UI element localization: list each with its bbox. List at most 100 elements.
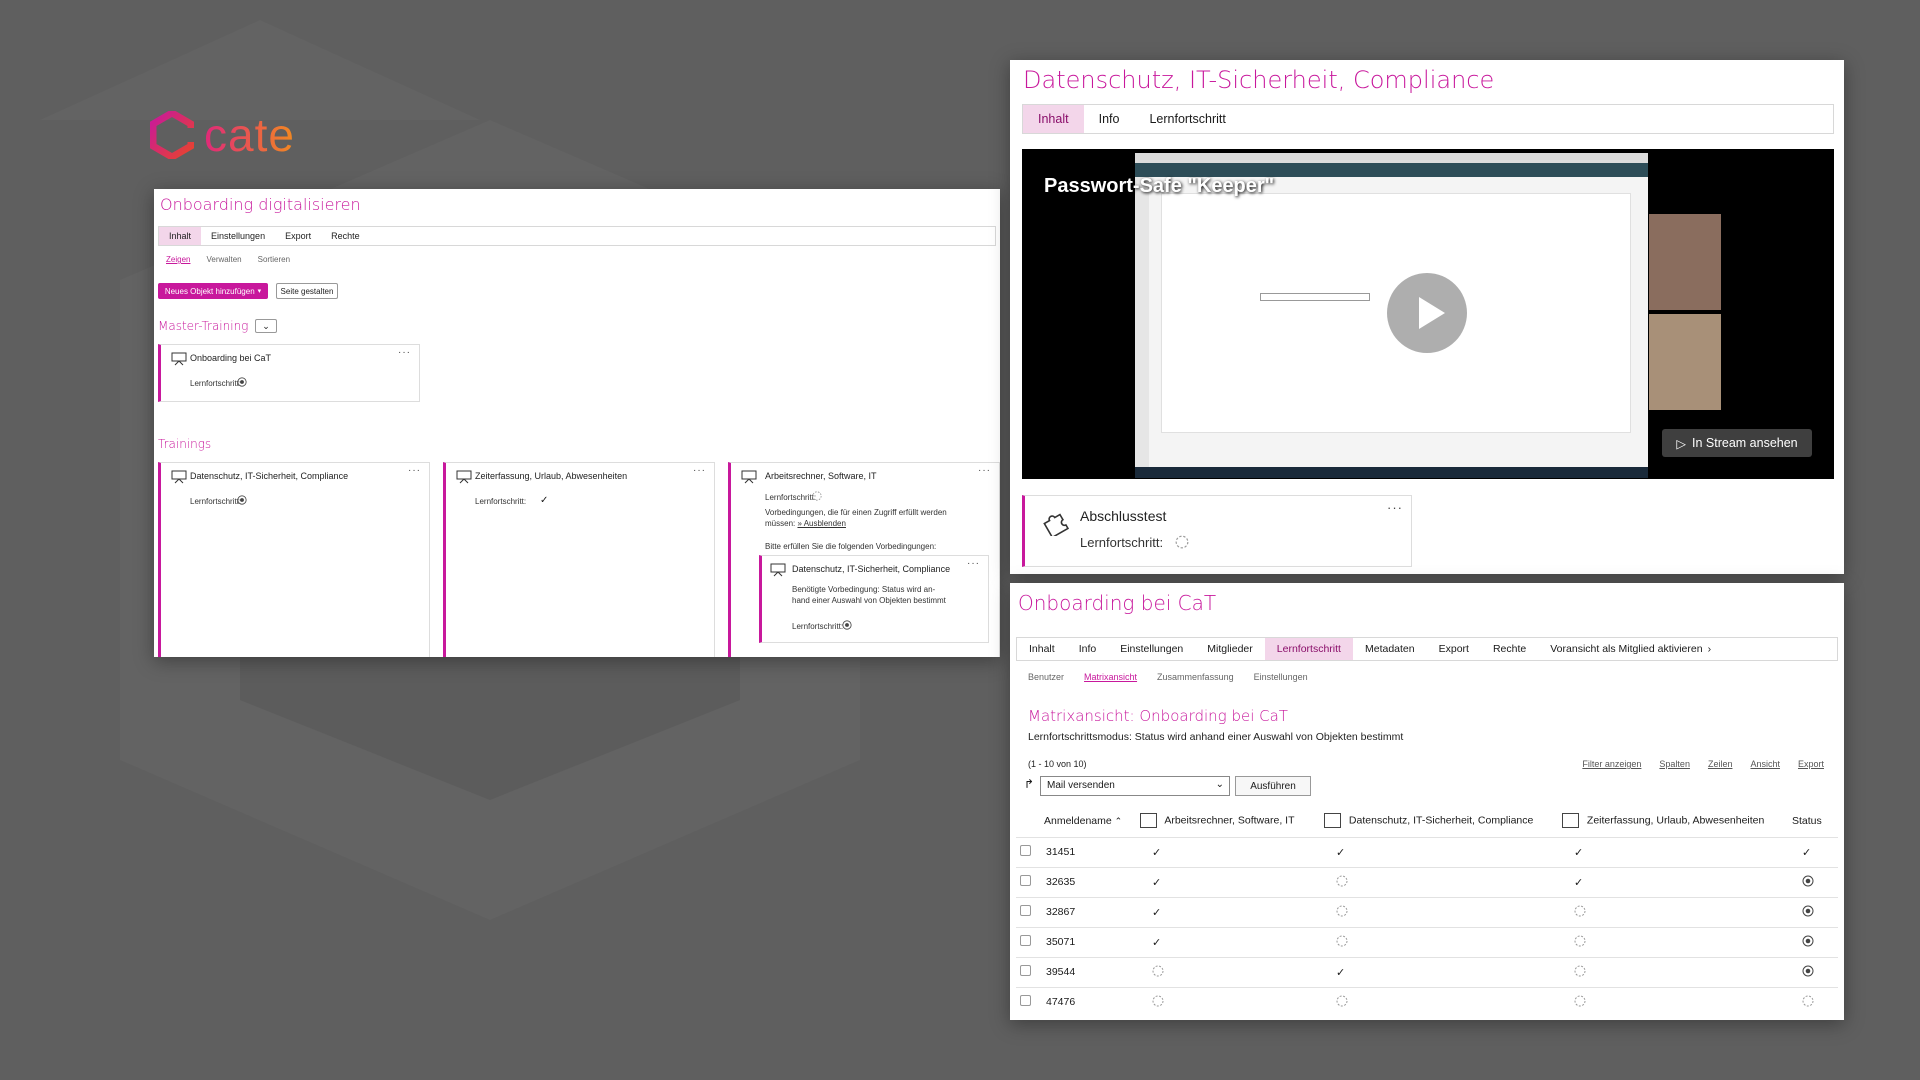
column-label: Arbeitsrechner, Software, IT [1164, 814, 1295, 827]
tab-info[interactable]: Info [1067, 638, 1109, 660]
play-button[interactable] [1387, 273, 1467, 353]
watch-in-stream-button[interactable]: ▷ In Stream ansehen [1662, 429, 1812, 457]
add-object-button[interactable]: Neues Objekt hinzufügen ▾ [158, 283, 268, 299]
row-checkbox[interactable] [1020, 995, 1031, 1007]
chevron-down-icon: ⌄ [1215, 779, 1224, 790]
row-checkbox[interactable] [1020, 965, 1031, 976]
checkmark-icon: ✓ [1152, 876, 1162, 889]
chevron-down-icon: ▾ [257, 288, 262, 295]
layout-page-button[interactable]: Seite gestalten [276, 283, 338, 299]
tab-export[interactable]: Export [275, 227, 321, 245]
more-options-icon[interactable]: ··· [398, 347, 411, 358]
column-header-username[interactable]: Anmeldename ⌃ [1044, 805, 1140, 837]
export-dropdown[interactable]: Export [1798, 759, 1824, 769]
user-object-icon [1562, 813, 1579, 829]
tab-lernfortschritt[interactable]: Lernfortschritt [1264, 638, 1353, 660]
column-label: Datenschutz, IT-Sicherheit, Compliance [1348, 814, 1534, 827]
filter-toggle[interactable]: Filter anzeigen [1582, 759, 1641, 769]
progress-mode-text: Lernfortschrittsmodus: Status wird anhan… [1028, 731, 1404, 743]
tab-metadaten[interactable]: Metadaten [1353, 638, 1427, 660]
not-started-icon [1152, 965, 1164, 976]
onboarding-digitalisieren-panel: Onboarding digitalisieren Inhalt Einstel… [154, 189, 1000, 657]
cate-logo-icon [150, 111, 194, 159]
page-title: Onboarding digitalisieren [160, 195, 361, 214]
not-started-icon [1336, 875, 1348, 886]
subtab-matrixansicht[interactable]: Matrixansicht [1084, 672, 1137, 682]
view-dropdown[interactable]: Ansicht [1750, 759, 1780, 769]
more-options-icon[interactable]: ··· [693, 465, 706, 476]
subtab-zusammenfassung[interactable]: Zusammenfassung [1157, 672, 1234, 682]
not-started-icon [1574, 935, 1586, 946]
training-board-icon [741, 470, 757, 484]
more-options-icon[interactable]: ··· [1387, 500, 1403, 515]
subtab-bar: Zeigen Verwalten Sortieren [166, 255, 290, 264]
status-cell: ✓ [1562, 836, 1792, 867]
username-cell: 32635 [1044, 866, 1140, 897]
subtab-verwalten[interactable]: Verwalten [206, 255, 241, 264]
subtab-sortieren[interactable]: Sortieren [258, 255, 290, 264]
subtab-einstellungen[interactable]: Einstellungen [1254, 672, 1308, 682]
subtab-benutzer[interactable]: Benutzer [1028, 672, 1064, 682]
table-tools: Filter anzeigen Spalten Zeilen Ansicht E… [1582, 759, 1824, 769]
status-cell [1792, 926, 1838, 957]
tab-inhalt[interactable]: Inhalt [159, 227, 202, 245]
hide-prerequisites-link[interactable]: » Ausblenden [797, 519, 846, 528]
row-checkbox[interactable] [1020, 935, 1031, 946]
in-progress-icon [1802, 935, 1814, 946]
training-card-arbeitsrechner[interactable]: Arbeitsrechner, Software, IT ··· Lernfor… [728, 462, 1000, 657]
arrow-corner-icon: ↱ [1024, 777, 1035, 791]
tab-voransicht-label: Voransicht als Mitglied aktivieren [1550, 643, 1703, 655]
tab-inhalt[interactable]: Inhalt [1023, 105, 1084, 133]
more-options-icon[interactable]: ··· [408, 465, 421, 476]
webcam-participant-1 [1649, 214, 1721, 310]
tab-info[interactable]: Info [1084, 105, 1135, 133]
master-training-card[interactable]: Onboarding bei CaT ··· Lernfortschritt: [158, 344, 420, 402]
tab-export[interactable]: Export [1427, 638, 1481, 660]
matrix-panel-title: Onboarding bei CaT [1018, 591, 1217, 615]
tab-bar: Inhalt Info Lernfortschritt [1022, 104, 1834, 134]
tab-einstellungen[interactable]: Einstellungen [1108, 638, 1195, 660]
tab-rechte[interactable]: Rechte [321, 227, 370, 245]
subtab-zeigen[interactable]: Zeigen [166, 255, 190, 264]
status-cell [1562, 986, 1792, 1017]
training-board-icon [171, 470, 187, 484]
tab-bar: Inhalt Info Einstellungen Mitglieder Ler… [1016, 637, 1838, 661]
status-cell: ✓ [1324, 956, 1562, 987]
not-started-icon [1574, 905, 1586, 916]
training-card-zeiterfassung[interactable]: Zeiterfassung, Urlaub, Abwesenheiten ···… [443, 462, 715, 657]
column-label: Anmeldename [1044, 814, 1112, 827]
training-board-icon [456, 470, 472, 484]
row-select-cell [1016, 986, 1044, 1017]
tab-rechte[interactable]: Rechte [1481, 638, 1538, 660]
execute-button[interactable]: Ausführen [1235, 776, 1311, 796]
tab-einstellungen[interactable]: Einstellungen [201, 227, 275, 245]
rows-dropdown[interactable]: Zeilen [1708, 759, 1733, 769]
column-header-status: Status [1792, 814, 1822, 827]
tab-mitglieder[interactable]: Mitglieder [1195, 638, 1265, 660]
status-cell [1792, 896, 1838, 927]
training-card-datenschutz[interactable]: Datenschutz, IT-Sicherheit, Compliance ·… [158, 462, 430, 657]
tab-lernfortschritt[interactable]: Lernfortschritt [1134, 105, 1240, 133]
table-row: 47476 [1016, 986, 1838, 1017]
course-panel: Datenschutz, IT-Sicherheit, Compliance I… [1010, 60, 1844, 574]
more-options-icon[interactable]: ··· [978, 465, 991, 476]
video-player[interactable]: Passwort-Safe "Keeper" ▷ In Stream anseh… [1022, 149, 1834, 479]
row-checkbox[interactable] [1020, 845, 1031, 856]
table-row: 31451 ✓ ✓ ✓ ✓ [1016, 836, 1838, 867]
bulk-action-select[interactable]: Mail versenden ⌄ [1040, 776, 1230, 796]
more-options-icon[interactable]: ··· [967, 558, 980, 569]
status-cell [1792, 866, 1838, 897]
status-cell: ✓ [1140, 896, 1324, 927]
nested-prerequisite-card[interactable]: Datenschutz, IT-Sicherheit, Compliance ·… [759, 555, 989, 643]
row-checkbox[interactable] [1020, 905, 1031, 916]
tab-inhalt[interactable]: Inhalt [1017, 638, 1067, 660]
prerequisite-text: Vorbedingungen, die für einen Zugriff er… [765, 507, 975, 529]
row-checkbox[interactable] [1020, 875, 1031, 886]
tab-voransicht[interactable]: Voransicht als Mitglied aktivieren › [1538, 638, 1723, 660]
columns-dropdown[interactable]: Spalten [1659, 759, 1690, 769]
final-test-card[interactable]: Abschlusstest ··· Lernfortschritt: [1022, 495, 1412, 567]
not-started-icon [1336, 995, 1348, 1007]
card-title: Onboarding bei CaT [190, 353, 272, 363]
progress-label: Lernfortschritt: [190, 497, 242, 506]
master-training-toggle[interactable]: ⌄ [255, 319, 277, 333]
